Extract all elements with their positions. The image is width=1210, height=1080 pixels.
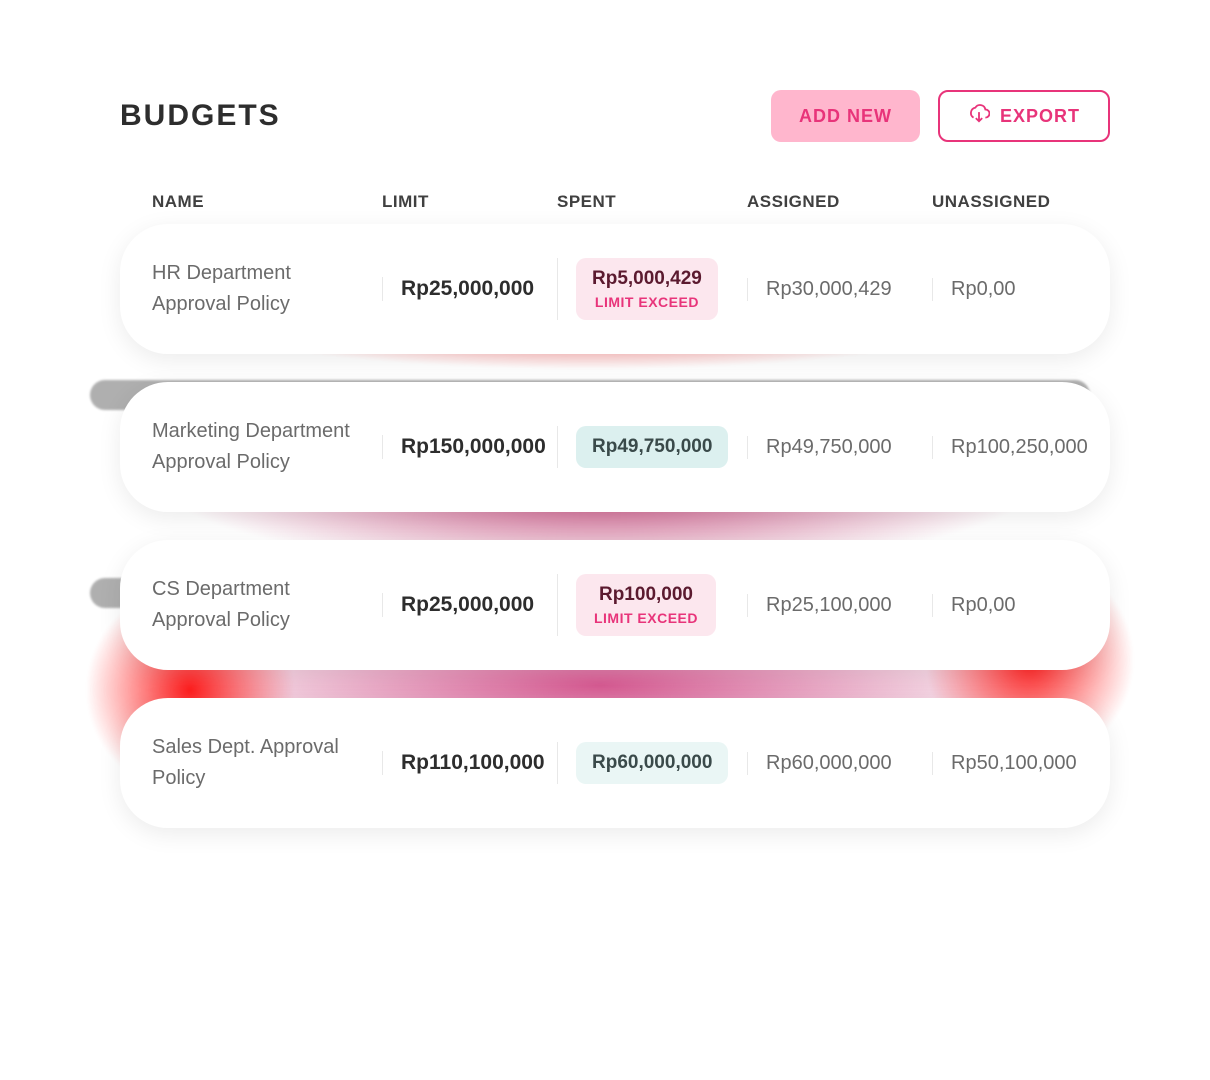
cell-limit: Rp150,000,000 (382, 435, 557, 459)
spent-value: Rp5,000,429 (592, 268, 702, 290)
spent-value: Rp100,000 (599, 584, 693, 606)
cell-name: CS Department Approval Policy (152, 574, 382, 636)
table-header: NAME LIMIT SPENT ASSIGNED UNASSIGNED (120, 192, 1110, 212)
cell-unassigned: Rp100,250,000 (932, 436, 1102, 459)
spent-badge: Rp100,000 LIMIT EXCEED (576, 574, 716, 636)
cell-name: Marketing Department Approval Policy (152, 416, 382, 478)
cell-assigned: Rp25,100,000 (747, 594, 932, 617)
header-actions: ADD NEW EXPORT (771, 90, 1110, 142)
spent-value: Rp60,000,000 (592, 752, 712, 774)
page-title: BUDGETS (120, 99, 281, 133)
budget-rows: HR Department Approval PolicyRp25,000,00… (120, 224, 1110, 828)
export-label: EXPORT (1000, 106, 1080, 127)
cell-assigned: Rp49,750,000 (747, 436, 932, 459)
col-unassigned: UNASSIGNED (932, 192, 1102, 212)
add-new-label: ADD NEW (799, 106, 892, 127)
col-limit: LIMIT (382, 192, 557, 212)
spent-badge: Rp5,000,429 LIMIT EXCEED (576, 258, 718, 320)
table-row[interactable]: HR Department Approval PolicyRp25,000,00… (120, 224, 1110, 354)
cloud-download-icon (968, 104, 990, 129)
spent-flag: LIMIT EXCEED (594, 610, 698, 626)
cell-limit: Rp25,000,000 (382, 593, 557, 617)
cell-limit: Rp110,100,000 (382, 751, 557, 775)
spent-flag: LIMIT EXCEED (595, 294, 699, 310)
cell-name: HR Department Approval Policy (152, 258, 382, 320)
cell-spent: Rp5,000,429 LIMIT EXCEED (557, 258, 747, 320)
cell-name: Sales Dept. Approval Policy (152, 732, 382, 794)
page-header: BUDGETS ADD NEW EXPORT (120, 90, 1110, 142)
col-spent: SPENT (557, 192, 747, 212)
spent-badge: Rp60,000,000 (576, 742, 728, 784)
cell-assigned: Rp30,000,429 (747, 278, 932, 301)
cell-unassigned: Rp0,00 (932, 278, 1102, 301)
cell-limit: Rp25,000,000 (382, 277, 557, 301)
cell-spent: Rp60,000,000 (557, 742, 747, 784)
cell-spent: Rp100,000 LIMIT EXCEED (557, 574, 747, 636)
cell-unassigned: Rp50,100,000 (932, 752, 1102, 775)
col-assigned: ASSIGNED (747, 192, 932, 212)
cell-spent: Rp49,750,000 (557, 426, 747, 468)
cell-unassigned: Rp0,00 (932, 594, 1102, 617)
add-new-button[interactable]: ADD NEW (771, 90, 920, 142)
export-button[interactable]: EXPORT (938, 90, 1110, 142)
table-row[interactable]: Marketing Department Approval PolicyRp15… (120, 382, 1110, 512)
spent-value: Rp49,750,000 (592, 436, 712, 458)
table-row[interactable]: Sales Dept. Approval PolicyRp110,100,000… (120, 698, 1110, 828)
col-name: NAME (152, 192, 382, 212)
cell-assigned: Rp60,000,000 (747, 752, 932, 775)
table-row[interactable]: CS Department Approval PolicyRp25,000,00… (120, 540, 1110, 670)
spent-badge: Rp49,750,000 (576, 426, 728, 468)
